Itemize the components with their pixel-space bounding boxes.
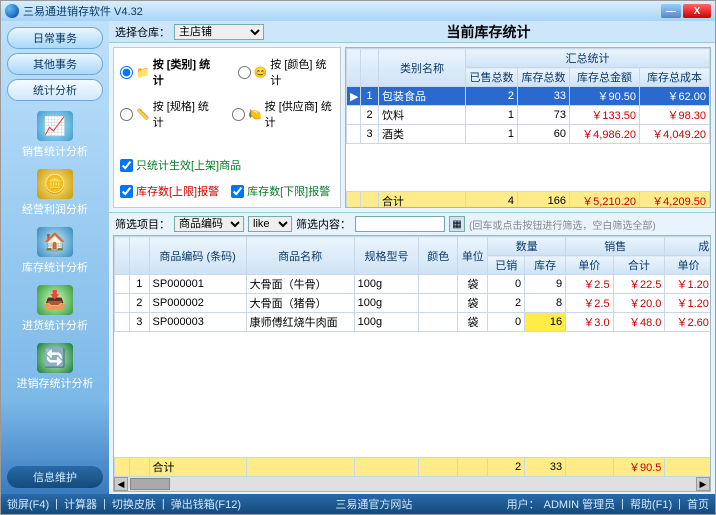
row-pointer-icon: ▶ <box>347 87 361 106</box>
chk-only-onshelf[interactable]: 只统计生效[上架]商品 <box>120 157 334 173</box>
coins-icon: 🪙 <box>37 169 73 199</box>
close-button[interactable]: X <box>683 4 711 18</box>
nav-daily[interactable]: 日常事务 <box>7 27 103 49</box>
statusbar: 锁屏(F4)| 计算器| 切换皮肤| 弹出钱箱(F12) 三易通官方网站 用户：… <box>1 494 715 514</box>
stat-filter-panel: 📁按 [类别] 统计 😊按 [颜色] 统计 📏按 [规格] 统计 🍋按 [供应商… <box>113 47 341 208</box>
table-row[interactable]: 2SP000002大骨面（猪骨）100g袋28￥2.5￥20.0￥1.20 <box>115 294 711 313</box>
page-title: 当前库存统计 <box>268 22 709 42</box>
table-row[interactable]: ▶ 1包装食品 233 ￥90.50￥62.00 <box>347 87 710 106</box>
category-summary-table: 类别名称 汇总统计 已售总数 库存总数 库存总金额 库存总成本 <box>345 47 711 208</box>
toolbar: 选择仓库： 主店铺 当前库存统计 <box>109 21 715 43</box>
scroll-left-button[interactable]: ◀ <box>114 477 128 491</box>
status-website-link[interactable]: 三易通官方网站 <box>335 496 412 512</box>
table-row[interactable]: 2饮料 173 ￥133.50￥98.30 <box>347 106 710 125</box>
status-calc[interactable]: 计算器 <box>64 496 97 512</box>
chart-icon: 📈 <box>37 111 73 141</box>
titlebar[interactable]: 三易通进销存软件 V4.32 — X <box>1 1 715 21</box>
app-icon <box>5 4 19 18</box>
status-user: ADMIN 管理员 <box>544 496 616 512</box>
filter-bar: 筛选项目： 商品编码 like 筛选内容： ▦ (回车或点击按钮进行筛选，空白筛… <box>109 213 715 235</box>
filter-op-select[interactable]: like <box>248 216 292 232</box>
filter-field-select[interactable]: 商品编码 <box>174 216 244 232</box>
radio-by-color[interactable]: 😊按 [颜色] 统计 <box>238 56 334 88</box>
detail-total-row: 合计 233 ￥90.5 <box>115 458 712 477</box>
status-help[interactable]: 帮助(F1) <box>630 496 672 512</box>
status-home[interactable]: 首页 <box>687 496 709 512</box>
chk-warn-lower[interactable]: 库存数[下限]报警 <box>231 183 330 199</box>
radio-by-category[interactable]: 📁按 [类别] 统计 <box>120 56 218 88</box>
scroll-thumb[interactable] <box>130 478 170 490</box>
table-row[interactable]: 3酒类 160 ￥4,986.20￥4,049.20 <box>347 125 710 144</box>
nav-stats[interactable]: 统计分析 <box>7 79 103 101</box>
cycle-icon: 🔄 <box>37 343 73 373</box>
total-row: 合计 4166 ￥5,210.20￥4,209.50 <box>347 192 710 209</box>
ruler-icon: 📏 <box>136 108 150 121</box>
sidebar-item-stock[interactable]: 🏠库存统计分析 <box>22 227 88 275</box>
warehouse-label: 选择仓库： <box>115 24 170 40</box>
detail-table: 商品编码 (条码) 商品名称 规格型号 颜色 单位 数量 销售 成本 已销库存 … <box>113 235 711 492</box>
sidebar-item-sales[interactable]: 📈销售统计分析 <box>22 111 88 159</box>
radio-by-spec[interactable]: 📏按 [规格] 统计 <box>120 98 212 130</box>
folder-icon: 📁 <box>136 66 150 79</box>
table-row[interactable]: 1SP000001大骨面（牛骨）100g袋09￥2.5￥22.5￥1.20 <box>115 275 711 294</box>
filter-hint: (回车或点击按钮进行筛选，空白筛选全部) <box>469 217 656 232</box>
app-window: 三易通进销存软件 V4.32 — X 日常事务 其他事务 统计分析 📈销售统计分… <box>0 0 716 515</box>
chk-warn-upper[interactable]: 库存数[上限]报警 <box>120 183 219 199</box>
minimize-button[interactable]: — <box>661 4 681 18</box>
filter-content-input[interactable] <box>355 216 445 232</box>
sidebar: 日常事务 其他事务 统计分析 📈销售统计分析 🪙经营利润分析 🏠库存统计分析 📥… <box>1 21 109 494</box>
horizontal-scrollbar[interactable]: ◀ ▶ <box>114 477 710 491</box>
nav-info-maint[interactable]: 信息维护 <box>7 466 103 488</box>
main-panel: 选择仓库： 主店铺 当前库存统计 📁按 [类别] 统计 😊按 [颜色] 统计 📏… <box>109 21 715 494</box>
supplier-icon: 🍋 <box>248 108 262 121</box>
radio-by-supplier[interactable]: 🍋按 [供应商] 统计 <box>232 98 334 130</box>
scroll-right-button[interactable]: ▶ <box>696 477 710 491</box>
sidebar-item-profit[interactable]: 🪙经营利润分析 <box>22 169 88 217</box>
window-title: 三易通进销存软件 V4.32 <box>23 3 143 19</box>
nav-other[interactable]: 其他事务 <box>7 53 103 75</box>
sidebar-item-purchase[interactable]: 📥进货统计分析 <box>22 285 88 333</box>
table-row[interactable]: 3SP000003康师傅红烧牛肉面100g袋016￥3.0￥48.0￥2.60 <box>115 313 711 332</box>
status-lock[interactable]: 锁屏(F4) <box>7 496 49 512</box>
inbox-icon: 📥 <box>37 285 73 315</box>
filter-go-button[interactable]: ▦ <box>449 216 465 232</box>
sidebar-item-inout[interactable]: 🔄进销存统计分析 <box>17 343 94 391</box>
warehouse-select[interactable]: 主店铺 <box>174 24 264 40</box>
status-cashbox[interactable]: 弹出钱箱(F12) <box>171 496 241 512</box>
status-user-label: 用户： <box>507 496 540 512</box>
warehouse-icon: 🏠 <box>37 227 73 257</box>
palette-icon: 😊 <box>254 66 268 79</box>
status-skin[interactable]: 切换皮肤 <box>112 496 156 512</box>
